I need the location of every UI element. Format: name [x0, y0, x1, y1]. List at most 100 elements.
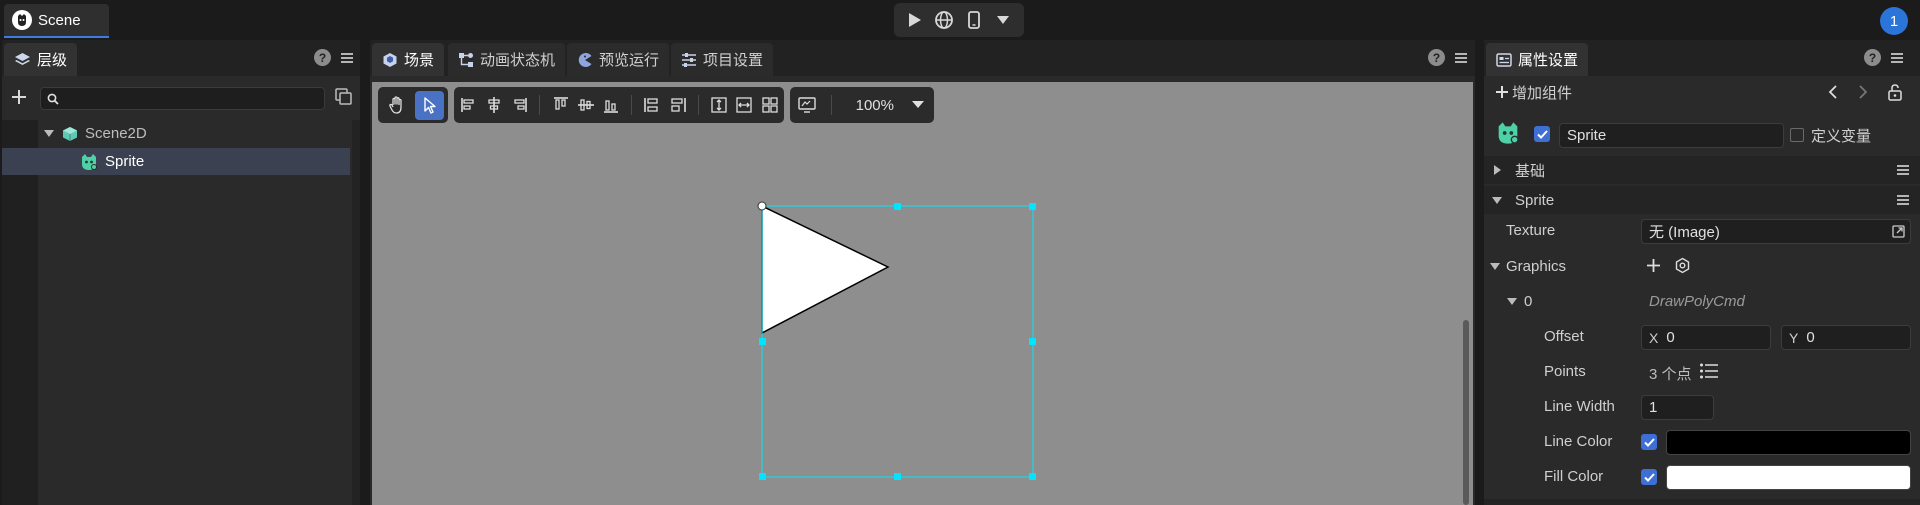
tool-group-align [454, 87, 784, 123]
check-icon [1536, 129, 1548, 139]
hierarchy-search-input[interactable] [65, 91, 305, 106]
align-right-icon[interactable] [508, 91, 529, 120]
toolbar-separator [539, 95, 540, 115]
cmd-collapse-chevron-down-icon[interactable] [1507, 298, 1517, 305]
tab-project-settings[interactable]: 项目设置 [671, 43, 774, 76]
distribute-vertical-icon[interactable] [642, 91, 663, 120]
offset-x-value: 0 [1666, 329, 1675, 346]
fill-color-enable-checkbox[interactable] [1641, 469, 1657, 485]
tool-group-view: 100% [790, 87, 934, 123]
texture-label: Texture [1506, 222, 1556, 239]
section-menu-icon[interactable] [1897, 194, 1909, 206]
distribute-horizontal-icon[interactable] [667, 91, 688, 120]
select-arrow-tool-icon[interactable] [415, 90, 444, 120]
tab-properties-label: 属性设置 [1518, 52, 1579, 69]
graphics-settings-gear-icon[interactable] [1674, 257, 1691, 274]
hierarchy-header-tools: ? [314, 49, 353, 66]
hand-pan-tool-icon[interactable] [382, 91, 411, 120]
hierarchy-search[interactable] [40, 87, 325, 110]
screen-resolution-icon[interactable] [794, 91, 821, 120]
align-horizontal-center-icon[interactable] [483, 91, 504, 120]
inspector-header-tools: ? [1864, 49, 1903, 66]
run-options-chevron-down-icon[interactable] [990, 7, 1016, 33]
copy-node-icon[interactable] [335, 88, 352, 105]
history-back-chevron-left-icon[interactable] [1828, 85, 1838, 99]
play-icon[interactable] [902, 7, 928, 33]
add-graphics-plus-icon[interactable] [1646, 258, 1661, 273]
triangle-sprite-shape[interactable] [761, 204, 890, 335]
line-width-label: Line Width [1544, 398, 1615, 415]
add-component-button[interactable]: 增加组件 [1495, 82, 1572, 103]
node-name-input[interactable]: Sprite [1559, 123, 1784, 148]
section-basic-header[interactable]: 基础 [1484, 156, 1920, 184]
define-variable-checkbox[interactable] [1790, 128, 1804, 142]
zoom-select[interactable]: 100% [842, 97, 930, 114]
graphics-label: Graphics [1506, 258, 1567, 275]
mobile-preview-icon[interactable] [961, 7, 987, 33]
line-color-swatch[interactable] [1666, 430, 1911, 455]
match-width-icon[interactable] [734, 91, 755, 120]
history-forward-chevron-right-icon[interactable] [1858, 85, 1868, 99]
inspector-panel: 属性设置 ? 增加组件 Sprite 定义变量 基础 Sprite Textur… [1484, 40, 1920, 505]
offset-y-axis-label: Y [1789, 329, 1799, 346]
grid-layout-icon[interactable] [759, 91, 780, 120]
match-height-icon[interactable] [709, 91, 730, 120]
section-menu-icon[interactable] [1897, 164, 1909, 176]
tab-animation-state-machine[interactable]: 动画状态机 [448, 43, 566, 76]
section-sprite-header[interactable]: Sprite [1484, 186, 1920, 214]
scene-document-tab[interactable]: Scene [4, 4, 109, 38]
align-top-icon[interactable] [550, 91, 571, 120]
collapse-chevron-down-icon[interactable] [1492, 196, 1502, 204]
line-width-input[interactable]: 1 [1641, 395, 1714, 420]
align-left-icon[interactable] [458, 91, 479, 120]
help-icon[interactable]: ? [314, 49, 331, 66]
tree-item-label: Scene2D [85, 125, 147, 142]
toolbar-separator [631, 95, 632, 115]
texture-picker[interactable]: 无 (Image) [1641, 219, 1911, 244]
scene-canvas[interactable] [372, 82, 1473, 505]
tree-item-sprite[interactable]: Sprite [2, 148, 350, 175]
handle-bottom-left [759, 473, 766, 480]
tree-item-scene2d[interactable]: Scene2D [2, 120, 350, 147]
offset-x-input[interactable]: X 0 [1641, 325, 1771, 350]
scene-viewport[interactable] [372, 82, 1473, 505]
scene-hex-icon [382, 52, 398, 68]
open-asset-icon[interactable] [1892, 225, 1905, 238]
expand-chevron-down-icon[interactable] [44, 129, 54, 138]
add-node-plus-icon[interactable] [11, 89, 27, 105]
tab-preview-label: 预览运行 [599, 52, 660, 69]
zoom-chevron-down-icon[interactable] [912, 101, 924, 109]
sprite-icon [80, 153, 98, 171]
help-icon[interactable]: ? [1428, 49, 1445, 66]
hierarchy-scrollbar[interactable] [352, 120, 360, 505]
panel-menu-icon[interactable] [341, 52, 353, 64]
notification-badge[interactable]: 1 [1880, 7, 1908, 35]
expand-chevron-right-icon[interactable] [1494, 165, 1501, 175]
define-variable-label: 定义变量 [1811, 128, 1872, 145]
handle-top-right [1029, 203, 1036, 210]
viewport-scrollbar-thumb[interactable] [1463, 320, 1469, 505]
align-bottom-icon[interactable] [600, 91, 621, 120]
check-icon [1643, 437, 1655, 447]
graphics-collapse-chevron-down-icon[interactable] [1490, 263, 1500, 270]
help-icon[interactable]: ? [1864, 49, 1881, 66]
panel-menu-icon[interactable] [1891, 52, 1903, 64]
web-preview-globe-icon[interactable] [931, 7, 957, 33]
tab-hierarchy[interactable]: 层级 [4, 43, 78, 76]
run-controls [894, 3, 1024, 37]
line-color-label: Line Color [1544, 433, 1613, 450]
points-list-icon[interactable] [1699, 362, 1719, 380]
tab-scene[interactable]: 场景 [372, 43, 445, 76]
line-color-enable-checkbox[interactable] [1641, 434, 1657, 450]
offset-y-input[interactable]: Y 0 [1781, 325, 1911, 350]
scene-logo-icon [12, 10, 32, 30]
points-label: Points [1544, 363, 1586, 380]
tab-preview-run[interactable]: 预览运行 [567, 43, 670, 76]
fill-color-swatch[interactable] [1666, 465, 1911, 490]
tab-properties[interactable]: 属性设置 [1486, 43, 1589, 76]
align-vertical-center-icon[interactable] [575, 91, 596, 120]
panel-menu-icon[interactable] [1455, 52, 1467, 64]
scene-header-tools: ? [1428, 49, 1467, 66]
lock-icon[interactable] [1887, 83, 1903, 101]
node-active-checkbox[interactable] [1534, 126, 1550, 142]
